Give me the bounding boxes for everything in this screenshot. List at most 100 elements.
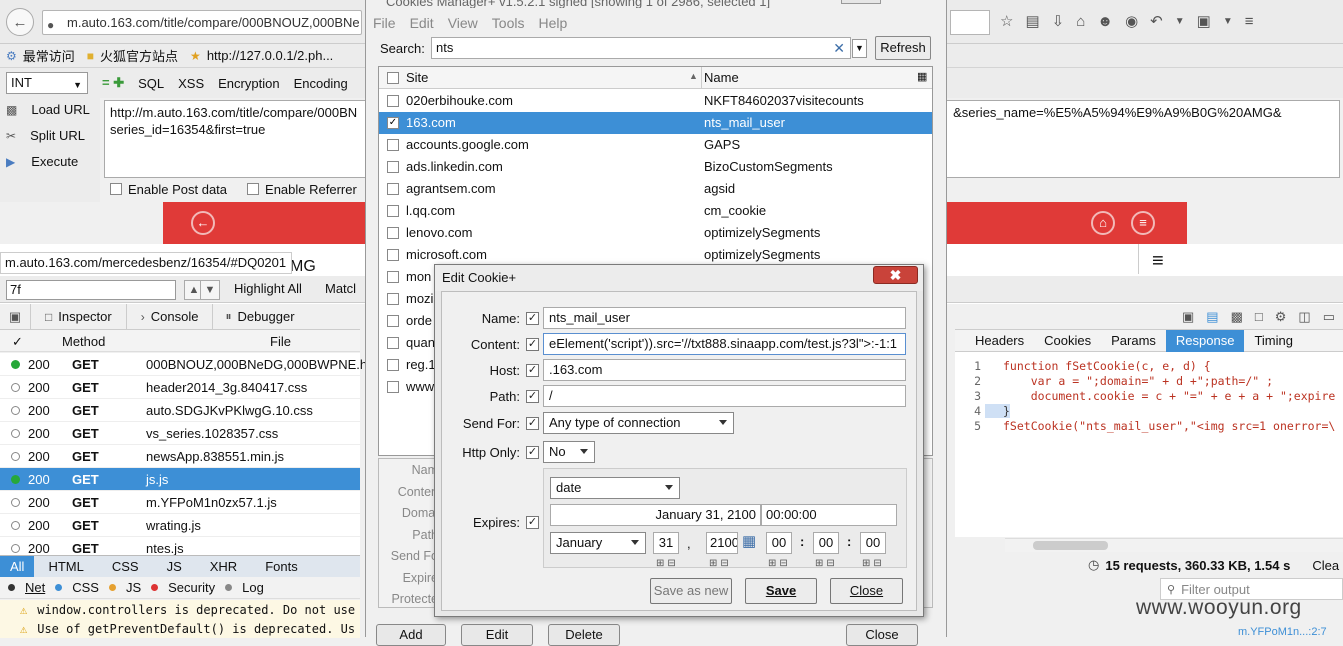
minute-field[interactable]: 00 <box>813 532 839 554</box>
enable-post-checkbox[interactable] <box>110 183 122 195</box>
tab-params[interactable]: Params <box>1101 330 1166 352</box>
responsive-icon[interactable]: ▣ <box>1182 309 1194 325</box>
star-icon[interactable]: ☆ <box>1000 12 1013 30</box>
encryption-menu[interactable]: Encryption <box>218 76 279 91</box>
cookie-row[interactable]: ✓ 163.com nts_mail_user <box>379 112 932 134</box>
menu-edit[interactable]: Edit <box>410 15 434 31</box>
clear-button[interactable]: Clea <box>1312 558 1339 573</box>
row-checkbox[interactable] <box>387 139 399 151</box>
close-manager-button[interactable]: Close <box>846 624 918 646</box>
row-checkbox[interactable] <box>387 249 399 261</box>
send-for-select[interactable]: Any type of connection <box>543 412 734 434</box>
home-icon[interactable]: ⌂ <box>1076 13 1085 30</box>
search-box[interactable] <box>950 10 990 35</box>
save-as-new-button[interactable]: Save as new <box>650 578 732 604</box>
smiley-icon[interactable]: ☻ <box>1097 13 1113 30</box>
bookmark-item[interactable]: 火狐官方站点 <box>100 46 178 65</box>
plus-minus-icon[interactable]: = ✚ <box>102 75 124 91</box>
minute-stepper[interactable]: ⊞⊟ <box>815 558 838 569</box>
row-checkbox[interactable] <box>387 95 399 107</box>
cookie-row[interactable]: agrantsem.com agsid <box>379 178 932 200</box>
table-row[interactable]: 200 GET newsApp.838551.min.js <box>0 445 360 468</box>
http-only-select[interactable]: No <box>543 441 595 463</box>
highlight-all-toggle[interactable]: Highlight All <box>234 281 302 296</box>
row-checkbox[interactable]: ✓ <box>387 117 399 129</box>
close-button[interactable]: Close <box>830 578 903 604</box>
crop-icon[interactable]: ▣ <box>1197 12 1211 30</box>
undock-icon[interactable]: ▭ <box>1323 309 1335 325</box>
row-checkbox[interactable] <box>387 293 399 305</box>
refresh-button[interactable]: Refresh <box>875 36 931 60</box>
sql-menu[interactable]: SQL <box>138 76 164 91</box>
match-case-toggle[interactable]: Matcl <box>325 281 356 296</box>
menu-icon[interactable]: ≡ <box>1245 13 1254 30</box>
settings-icon[interactable]: ⚙ <box>1275 309 1287 325</box>
expires-date-field[interactable]: January 31, 2100 <box>550 504 761 526</box>
table-row[interactable]: 200 GET auto.SDGJKvPKlwgG.10.css <box>0 399 360 422</box>
dropdown-icon[interactable]: ▼ <box>1223 16 1233 27</box>
second-field[interactable]: 00 <box>860 532 886 554</box>
cookie-search-input[interactable]: nts ✕ <box>431 37 851 59</box>
delete-button[interactable]: Delete <box>548 624 620 646</box>
host-checkbox[interactable]: ✓ <box>526 364 539 377</box>
dock-icon[interactable]: ◫ <box>1298 309 1310 325</box>
cookie-row[interactable]: l.qq.com cm_cookie <box>379 200 932 222</box>
table-row[interactable]: 200 GET vs_series.1028357.css <box>0 422 360 445</box>
source-link[interactable]: m.YFPoM1n...:2:7 <box>1238 626 1327 638</box>
console-filter-css[interactable]: CSS <box>72 580 99 595</box>
table-row[interactable]: 200 GET wrating.js <box>0 514 360 537</box>
dialog-close-icon[interactable]: ✖ <box>873 266 918 284</box>
header-method[interactable]: Method <box>62 334 105 349</box>
console-filter-net[interactable]: Net <box>25 580 45 595</box>
content-checkbox[interactable]: ✓ <box>526 338 539 351</box>
hour-stepper[interactable]: ⊞⊟ <box>768 558 791 569</box>
reading-list-icon[interactable]: ▤ <box>1025 12 1039 30</box>
hamburger-icon[interactable]: ≡ <box>1152 251 1164 271</box>
row-checkbox[interactable] <box>387 359 399 371</box>
bookmark-item[interactable]: http://127.0.0.1/2.ph... <box>207 48 333 63</box>
path-checkbox[interactable]: ✓ <box>526 390 539 403</box>
filter-fonts[interactable]: Fonts <box>251 559 312 574</box>
path-field[interactable]: / <box>543 385 906 407</box>
cookie-row[interactable]: ads.linkedin.com BizoCustomSegments <box>379 156 932 178</box>
cookie-row[interactable]: accounts.google.com GAPS <box>379 134 932 156</box>
edit-button[interactable]: Edit <box>461 624 533 646</box>
tab-response[interactable]: Response <box>1165 329 1245 352</box>
http-only-checkbox[interactable]: ✓ <box>526 446 539 459</box>
hackbar-type-select[interactable]: INT ▼ <box>6 72 88 94</box>
tab-inspector[interactable]: □ Inspector <box>30 303 126 330</box>
back-arrow-icon[interactable]: ← <box>6 8 34 36</box>
filter-html[interactable]: HTML <box>34 559 97 574</box>
row-checkbox[interactable] <box>387 227 399 239</box>
horizontal-scrollbar[interactable] <box>1005 538 1343 552</box>
select-all-checkbox[interactable] <box>387 72 399 84</box>
second-stepper[interactable]: ⊞⊟ <box>862 558 885 569</box>
name-checkbox[interactable]: ✓ <box>526 312 539 325</box>
add-button[interactable]: Add <box>376 624 446 646</box>
chat-icon[interactable]: ◉ <box>1125 12 1138 30</box>
menu-help[interactable]: Help <box>538 15 567 31</box>
hour-field[interactable]: 00 <box>766 532 792 554</box>
filter-js[interactable]: JS <box>153 559 196 574</box>
tab-timing[interactable]: Timing <box>1244 330 1303 352</box>
calendar-icon[interactable]: ▦ <box>742 532 756 550</box>
year-stepper[interactable]: ⊞⊟ <box>709 558 732 569</box>
back-circle-icon[interactable]: ← <box>191 211 215 235</box>
split-console-icon[interactable]: ▤ <box>1206 309 1218 325</box>
row-checkbox[interactable] <box>387 315 399 327</box>
split-url-button[interactable]: ✂ Split URL <box>6 128 85 143</box>
menu-circle-icon[interactable]: ≡ <box>1131 211 1155 235</box>
expires-type-select[interactable]: date <box>550 477 680 499</box>
clear-search-icon[interactable]: ✕ <box>833 38 845 58</box>
minimize-button[interactable] <box>841 0 881 4</box>
name-field[interactable]: nts_mail_user <box>543 307 906 329</box>
row-checkbox[interactable] <box>387 183 399 195</box>
menu-tools[interactable]: Tools <box>492 15 525 31</box>
find-next-icon[interactable]: ▼ <box>200 280 220 300</box>
row-checkbox[interactable] <box>387 271 399 283</box>
undo-icon[interactable]: ↶ <box>1150 12 1163 30</box>
bookmark-item[interactable]: 最常访问 <box>23 46 75 65</box>
encoding-menu[interactable]: Encoding <box>294 76 348 91</box>
scroll-thumb[interactable] <box>1033 541 1108 550</box>
xss-menu[interactable]: XSS <box>178 76 204 91</box>
